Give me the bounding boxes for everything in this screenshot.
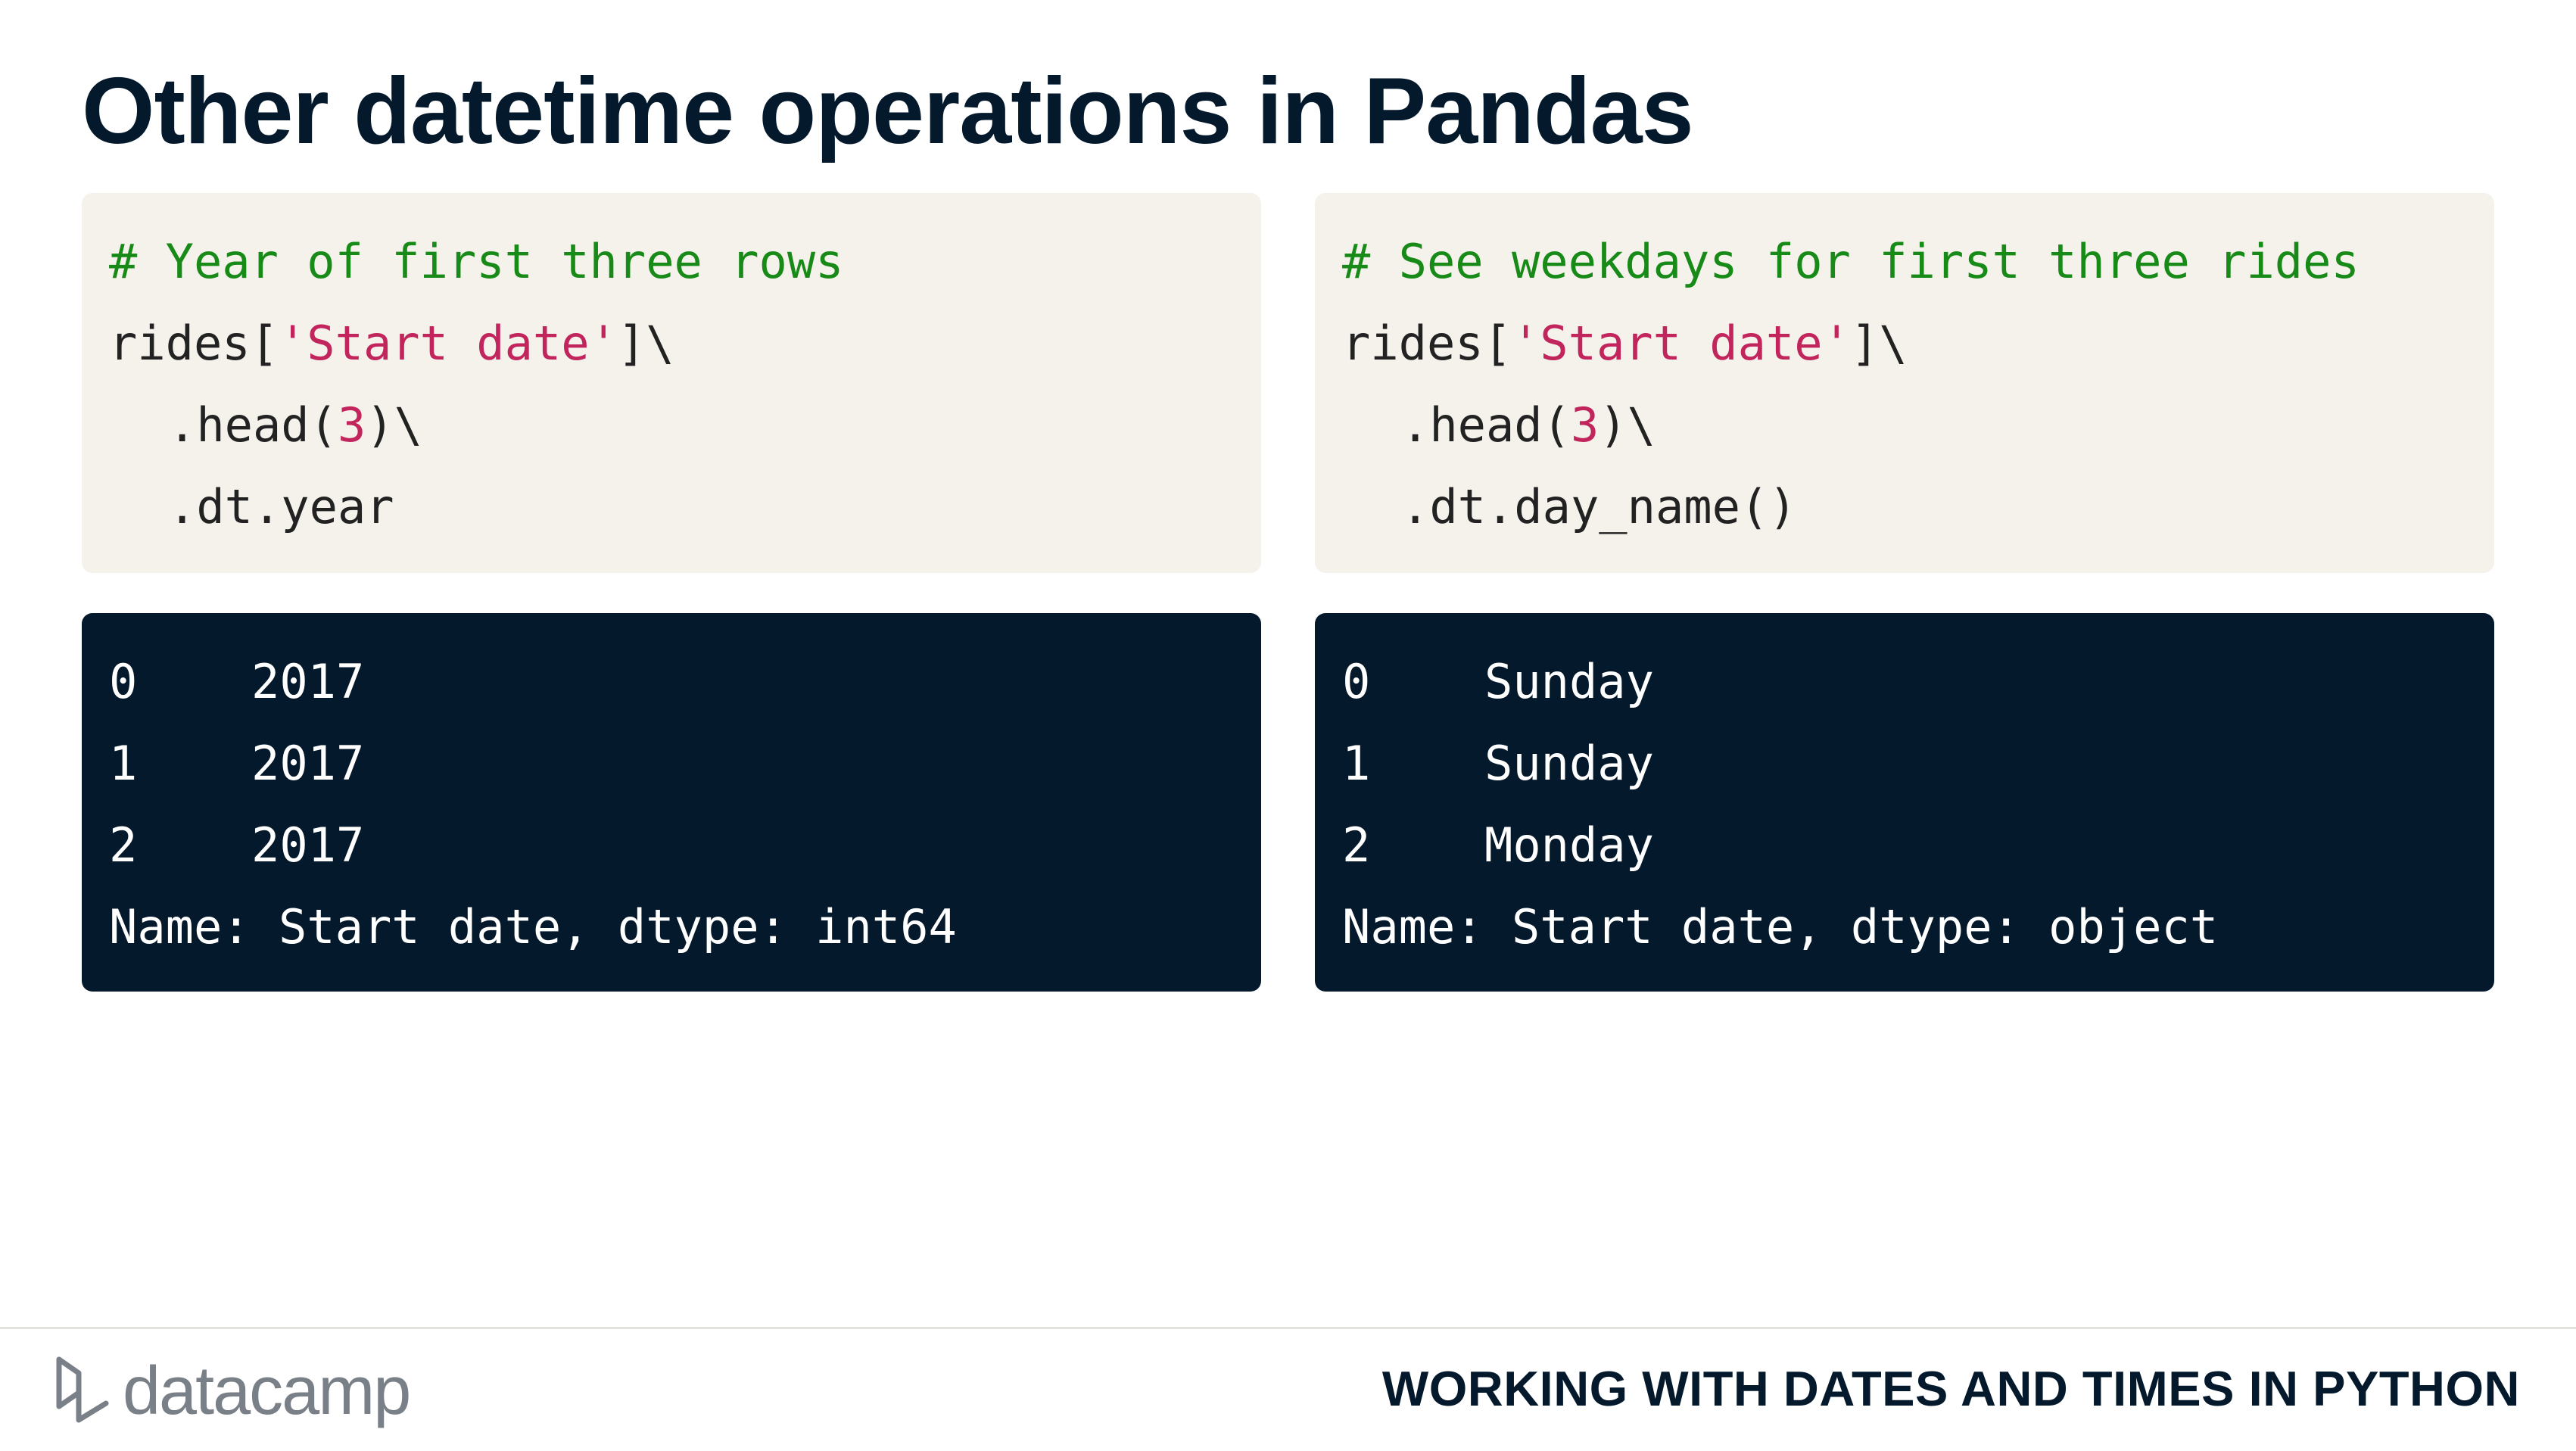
output-row: 1 Sunday [1342, 723, 2467, 805]
code-line: .head(3)\ [1342, 385, 2467, 466]
code-line: .dt.year [109, 466, 1234, 548]
code-line: .dt.day_name() [1342, 466, 2467, 548]
output-block-year: 0 2017 1 2017 2 2017 Name: Start date, dtyp… [82, 613, 1261, 992]
output-row: 2 Monday [1342, 805, 2467, 886]
code-block-weekday: # See weekdays for first three rides rid… [1315, 193, 2494, 573]
code-text: )\ [1599, 397, 1656, 453]
code-block-year: # Year of first three rows rides['Start … [82, 193, 1261, 573]
output-index: 2 [1342, 817, 1371, 873]
output-value: Sunday [1484, 654, 1654, 709]
output-value: 2017 [251, 736, 365, 791]
code-line: rides['Start date']\ [1342, 303, 2467, 385]
datacamp-logo: datacamp [51, 1350, 411, 1433]
code-line: .head(3)\ [109, 385, 1234, 466]
code-text: .dt.year [168, 479, 394, 534]
output-index: 1 [109, 736, 138, 791]
course-name: WORKING WITH DATES AND TIMES IN PYTHON [1381, 1361, 2520, 1416]
output-row: 0 2017 [109, 641, 1234, 723]
output-value: Monday [1484, 817, 1654, 873]
output-row: 0 Sunday [1342, 641, 2467, 723]
code-text: ]\ [1850, 316, 1908, 371]
output-row: 1 2017 [109, 723, 1234, 805]
output-value: 2017 [251, 817, 365, 873]
code-text: rides[ [1342, 316, 1512, 371]
code-comment: # See weekdays for first three rides [1342, 221, 2467, 303]
string-literal: 'Start date' [1511, 316, 1851, 371]
comment-text: # Year of first three rows [109, 234, 844, 289]
string-literal: 'Start date' [278, 316, 618, 371]
output-row: 2 2017 [109, 805, 1234, 886]
code-text: .dt.day_name() [1401, 479, 1797, 534]
comment-text: # See weekdays for first three rides [1342, 234, 2360, 289]
output-block-weekday: 0 Sunday 1 Sunday 2 Monday Name: Start date… [1315, 613, 2494, 992]
code-text: .head( [168, 397, 338, 453]
output-index: 0 [109, 654, 138, 709]
output-index: 2 [109, 817, 138, 873]
code-text: .head( [1401, 397, 1571, 453]
output-footer: Name: Start date, dtype: object [1342, 899, 2219, 954]
output-index: 0 [1342, 654, 1371, 709]
code-text: rides[ [109, 316, 279, 371]
footer-divider [0, 1327, 2576, 1329]
output-footer: Name: Start date, dtype: int64 [109, 899, 957, 954]
output-value: 2017 [251, 654, 365, 709]
output-index: 1 [1342, 736, 1371, 791]
number-literal: 3 [337, 397, 366, 453]
code-comment: # Year of first three rows [109, 221, 1234, 303]
slide-title: Other datetime operations in Pandas [82, 59, 1694, 163]
datacamp-logo-icon [56, 1356, 109, 1423]
number-literal: 3 [1570, 397, 1599, 453]
output-value: Sunday [1484, 736, 1654, 791]
code-text: )\ [366, 397, 422, 453]
code-line: rides['Start date']\ [109, 303, 1234, 385]
logo-text: datacamp [123, 1353, 411, 1429]
code-text: ]\ [617, 316, 674, 371]
